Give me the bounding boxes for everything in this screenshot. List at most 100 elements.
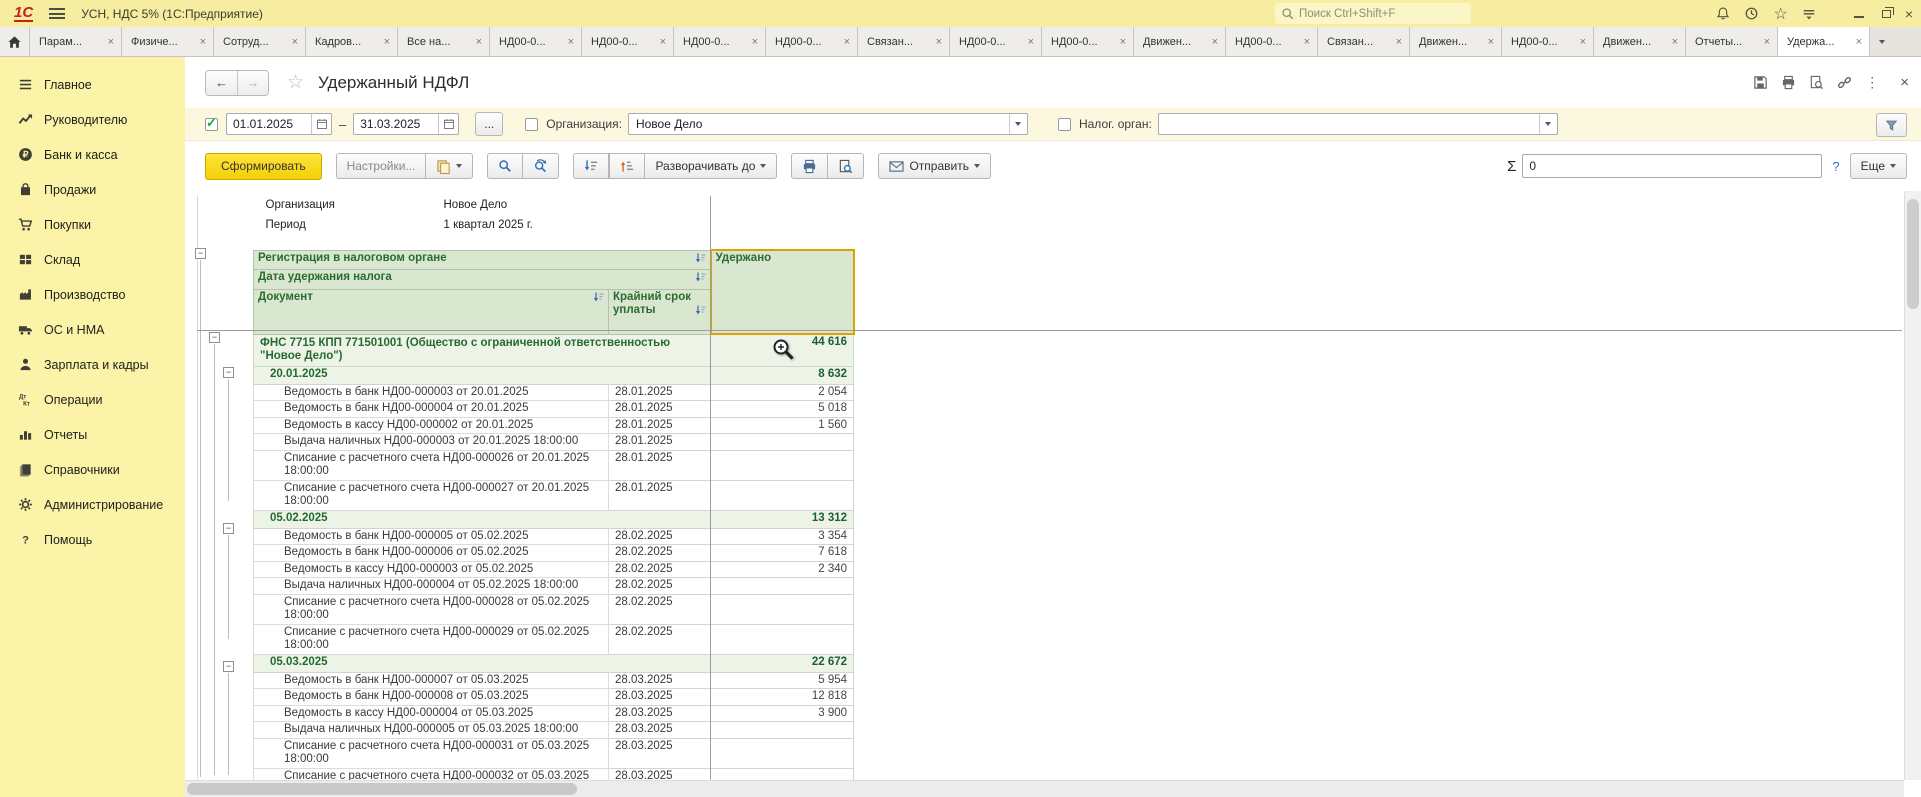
amount-cell[interactable] <box>711 594 854 624</box>
sidebar-item[interactable]: Зарплата и кадры <box>0 347 185 382</box>
date-group-cell[interactable]: 05.03.2025 <box>254 654 711 672</box>
date-group-cell[interactable]: 20.01.2025 <box>254 366 711 384</box>
global-search[interactable] <box>1275 3 1471 24</box>
tab-close-icon[interactable]: × <box>476 36 482 48</box>
tab[interactable]: НД00-0...× <box>674 27 766 56</box>
scrollbar-thumb[interactable] <box>1907 199 1919 309</box>
due-date-cell[interactable]: 28.02.2025 <box>609 594 711 624</box>
sidebar-item[interactable]: ОС и НМА <box>0 312 185 347</box>
tab-close-icon[interactable]: × <box>1120 36 1126 48</box>
tab[interactable]: НД00-0...× <box>1042 27 1134 56</box>
tab[interactable]: Движен...× <box>1134 27 1226 56</box>
collapse-group-button[interactable]: − <box>223 661 234 672</box>
tax-authority-combo[interactable] <box>1158 113 1558 135</box>
column-header-cell[interactable]: Крайний срок уплаты <box>609 289 711 334</box>
due-date-cell[interactable]: 28.03.2025 <box>609 738 711 768</box>
collapse-groups-button[interactable] <box>573 153 609 179</box>
calendar-icon[interactable] <box>438 114 458 134</box>
date-from-field[interactable] <box>226 113 332 135</box>
due-date-cell[interactable]: 28.02.2025 <box>609 578 711 595</box>
date-total-cell[interactable]: 8 632 <box>711 366 854 384</box>
report-info-cell[interactable]: Период1 квартал 2025 г. <box>254 216 854 236</box>
tab[interactable]: Все на...× <box>398 27 490 56</box>
amount-cell[interactable]: 3 900 <box>711 705 854 722</box>
link-icon[interactable] <box>1837 75 1852 90</box>
amount-cell[interactable]: 5 954 <box>711 672 854 689</box>
expand-to-button[interactable]: Разворачивать до <box>644 153 777 179</box>
back-button[interactable]: ← <box>206 71 237 95</box>
due-date-cell[interactable]: 28.01.2025 <box>609 480 711 510</box>
tab[interactable]: Движен...× <box>1594 27 1686 56</box>
find-next-button[interactable] <box>522 153 559 179</box>
sidebar-item[interactable]: Руководителю <box>0 102 185 137</box>
document-cell[interactable]: Ведомость в кассу НД00-000003 от 05.02.2… <box>254 561 609 578</box>
sum-input[interactable] <box>1522 154 1822 178</box>
report-spreadsheet[interactable]: − − − − − ОрганизацияНовое ДелоПериод1 к… <box>185 191 1921 797</box>
tab[interactable]: НД00-0...× <box>766 27 858 56</box>
print-preview-button[interactable] <box>827 153 864 179</box>
window-close-button[interactable]: × <box>1905 7 1913 21</box>
tab[interactable]: НД00-0...× <box>1502 27 1594 56</box>
amount-cell[interactable]: 12 818 <box>711 689 854 706</box>
minimize-button[interactable] <box>1854 10 1864 18</box>
tab-close-icon[interactable]: × <box>200 36 206 48</box>
amount-cell[interactable] <box>711 578 854 595</box>
sort-icon[interactable] <box>695 272 706 288</box>
sidebar-item[interactable]: Главное <box>0 67 185 102</box>
scrollbar-thumb[interactable] <box>187 783 577 795</box>
calendar-icon[interactable] <box>311 114 331 134</box>
date-to-field[interactable] <box>353 113 459 135</box>
due-date-cell[interactable]: 28.01.2025 <box>609 384 711 401</box>
collapse-group-button[interactable]: − <box>223 367 234 378</box>
sort-icon[interactable] <box>695 305 706 321</box>
date-group-cell[interactable]: 05.02.2025 <box>254 510 711 528</box>
sidebar-item[interactable]: Справочники <box>0 452 185 487</box>
due-date-cell[interactable]: 28.01.2025 <box>609 417 711 434</box>
sidebar-item[interactable]: Продажи <box>0 172 185 207</box>
date-from-input[interactable] <box>227 117 311 131</box>
more-button[interactable]: Еще <box>1850 153 1907 179</box>
tab[interactable]: Сотруд...× <box>214 27 306 56</box>
dropdown-button[interactable] <box>1539 114 1557 134</box>
document-cell[interactable]: Ведомость в банк НД00-000008 от 05.03.20… <box>254 689 609 706</box>
home-tab[interactable] <box>0 27 30 56</box>
document-cell[interactable]: Выдача наличных НД00-000004 от 05.02.202… <box>254 578 609 595</box>
restore-button[interactable] <box>1878 10 1891 18</box>
due-date-cell[interactable]: 28.02.2025 <box>609 624 711 654</box>
preview-icon[interactable] <box>1809 75 1824 90</box>
due-date-cell[interactable]: 28.02.2025 <box>609 561 711 578</box>
sidebar-item[interactable]: Склад <box>0 242 185 277</box>
forward-button[interactable]: → <box>237 71 268 95</box>
search-input[interactable] <box>1299 8 1459 20</box>
more-kebab-icon[interactable]: ⋮ <box>1865 74 1879 91</box>
tab[interactable]: Парам...× <box>30 27 122 56</box>
settings-button[interactable]: Настройки... <box>336 153 427 179</box>
due-date-cell[interactable]: 28.01.2025 <box>609 434 711 451</box>
column-header-cell[interactable]: Регистрация в налоговом органе <box>254 250 711 270</box>
tab-close-icon[interactable]: × <box>1856 36 1862 48</box>
sort-icon[interactable] <box>695 253 706 269</box>
add-favorite-star-icon[interactable]: ☆ <box>287 71 304 94</box>
form-close-icon[interactable]: × <box>1900 74 1909 91</box>
collapse-group-button[interactable]: − <box>195 248 206 259</box>
tab[interactable]: Связан...× <box>858 27 950 56</box>
document-cell[interactable]: Ведомость в кассу НД00-000002 от 20.01.2… <box>254 417 609 434</box>
document-cell[interactable]: Выдача наличных НД00-000005 от 05.03.202… <box>254 722 609 739</box>
due-date-cell[interactable]: 28.03.2025 <box>609 722 711 739</box>
organization-checkbox[interactable] <box>525 118 538 131</box>
tab-list-dropdown[interactable] <box>1870 27 1894 56</box>
document-cell[interactable]: Списание с расчетного счета НД00-000031 … <box>254 738 609 768</box>
document-cell[interactable]: Выдача наличных НД00-000003 от 20.01.202… <box>254 434 609 451</box>
due-date-cell[interactable]: 28.02.2025 <box>609 545 711 562</box>
tab-close-icon[interactable]: × <box>1764 36 1770 48</box>
amount-cell[interactable]: 5 018 <box>711 401 854 418</box>
sidebar-item[interactable]: Администрирование <box>0 487 185 522</box>
find-button[interactable] <box>487 153 523 179</box>
tab-close-icon[interactable]: × <box>1396 36 1402 48</box>
vertical-scrollbar[interactable] <box>1904 191 1921 780</box>
column-header-cell[interactable]: Документ <box>254 289 609 334</box>
tab-close-icon[interactable]: × <box>1212 36 1218 48</box>
tab-close-icon[interactable]: × <box>844 36 850 48</box>
save-icon[interactable] <box>1753 75 1768 90</box>
document-cell[interactable]: Списание с расчетного счета НД00-000027 … <box>254 480 609 510</box>
